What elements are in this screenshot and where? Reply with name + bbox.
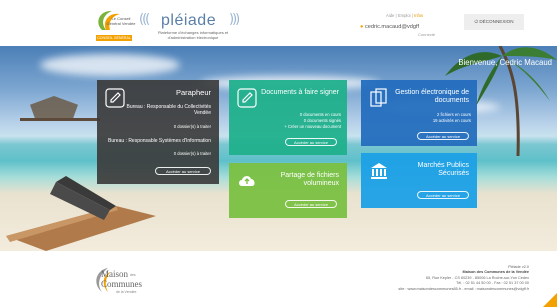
create-document-link[interactable]: + Créer un nouveau document <box>284 124 341 129</box>
link-emploi[interactable]: Emploi <box>398 13 411 18</box>
pleiade-tagline: Plateforme d'échanges informatiques et d… <box>157 30 229 40</box>
bureau-name[interactable]: Bureau : Responsable Systèmes d'Informat… <box>108 138 211 144</box>
access-service-button[interactable]: Accéder au service <box>417 132 469 140</box>
tile-title: Gestion électronique de documents <box>395 89 469 104</box>
bureau-name[interactable]: Bureau : Responsable du Collectivités Ve… <box>111 104 212 116</box>
maison-des-communes-logo[interactable]: Maison des Communes de la Vendée <box>92 266 156 300</box>
mdc-text: des <box>130 273 136 277</box>
bureau-count: 0 dossier(s) à traiter <box>173 124 211 129</box>
tile-marches[interactable]: Marchés Publics Sécurisés Accéder au ser… <box>361 153 477 208</box>
corner-decoration <box>543 293 557 307</box>
access-service-button[interactable]: Accéder au service <box>417 191 469 199</box>
footer-contact: Pléiade v2.0 Maison des Communes de la V… <box>299 265 529 292</box>
welcome-message: Bienvenue, Cedric Macaud <box>458 58 552 67</box>
mdc-text: Maison <box>101 269 128 279</box>
tile-parapheur[interactable]: Parapheur Bureau : Responsable du Collec… <box>97 80 219 184</box>
waves-right-icon: ))) <box>229 12 240 27</box>
user-name-label: cedric.macaud@vdgff <box>364 24 420 30</box>
user-name[interactable]: ● cedric.macaud@vdgff <box>360 24 419 30</box>
documents-icon <box>370 88 387 107</box>
tile-title: Parapheur <box>175 88 211 97</box>
tile-stat: 0 documents en cours <box>299 112 341 117</box>
pleiade-wordmark: pléiade <box>161 12 217 29</box>
top-links: Aide | Emploi | Infos <box>386 13 423 18</box>
web-contact[interactable]: site : www.maisondescommunes85.fr - emai… <box>299 287 529 292</box>
tile-stat: 2 fichiers en cours <box>437 112 471 117</box>
tile-documents[interactable]: Documents à faire signer 0 documents en … <box>229 80 347 155</box>
conseil-general-logo[interactable]: Le Conseil Général Vendée CONSEIL GÉNÉRA… <box>92 8 136 42</box>
institution-icon <box>371 163 387 179</box>
overwater-hut <box>30 96 78 118</box>
tile-title: Marchés Publics Sécurisés <box>417 162 469 177</box>
user-status: Connecté <box>418 32 436 37</box>
pier <box>20 118 100 121</box>
edit-document-icon <box>237 88 257 108</box>
cg-logo-text: Le Conseil Général Vendée <box>106 16 136 26</box>
pleiade-logo[interactable]: ((( pléiade ))) Plateforme d'échanges in… <box>139 10 247 44</box>
mdc-text: Communes <box>101 279 143 289</box>
mdc-text: de la Vendée <box>116 290 137 294</box>
tile-stat: 19 activités en cours <box>432 118 471 123</box>
cg-logo-tag: CONSEIL GÉNÉRAL <box>96 35 132 41</box>
tile-title: Documents à faire signer <box>261 89 339 96</box>
access-service-button[interactable]: Accéder au service <box>155 167 211 175</box>
logout-label: DÉCONNEXION <box>479 19 514 24</box>
access-service-button[interactable]: Accéder au service <box>285 138 337 146</box>
cloud <box>40 54 180 76</box>
header: Le Conseil Général Vendée CONSEIL GÉNÉRA… <box>0 0 557 46</box>
waves-left-icon: ((( <box>139 12 150 27</box>
footer: Maison des Communes de la Vendée Pléiade… <box>0 251 557 307</box>
logout-button[interactable]: ⏻ DÉCONNEXION <box>464 14 524 30</box>
user-icon: ● <box>360 24 364 30</box>
access-service-button[interactable]: Accéder au service <box>285 200 337 208</box>
tile-stat: 0 documents signés <box>303 118 341 123</box>
user-area: Aide | Emploi | Infos ● cedric.macaud@vd… <box>356 10 460 40</box>
tile-gestion[interactable]: Gestion électronique de documents 2 fich… <box>361 80 477 146</box>
tile-partage[interactable]: Partage de fichiers volumineux Accéder a… <box>229 163 347 218</box>
tile-title: Partage de fichiers volumineux <box>280 172 339 187</box>
link-infos[interactable]: Infos <box>414 13 423 18</box>
bureau-count: 0 dossier(s) à traiter <box>173 151 211 156</box>
deck-chair-image <box>6 176 156 251</box>
cloud-upload-icon <box>239 176 255 186</box>
power-icon: ⏻ <box>474 19 479 24</box>
